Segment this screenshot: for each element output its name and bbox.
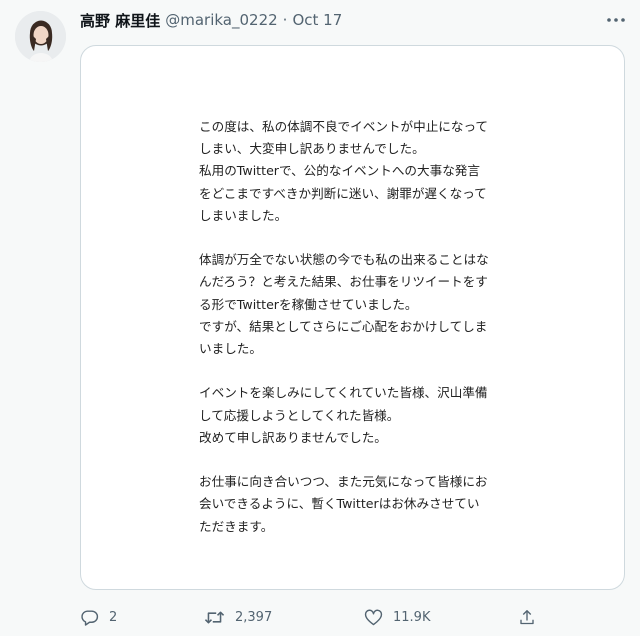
letter-paragraph: イベントを楽しみにしてくれていた皆様、沢山準備 して応援しようとしてくれた皆様。…: [199, 382, 529, 449]
letter-paragraph: 体調が万全でない状態の今でも私の出来ることはな んだろう？と考えた結果、お仕事を…: [199, 249, 529, 360]
more-horizontal-icon: [607, 18, 625, 22]
letter-line: 会いできるように、暫くTwitterはお休みさせてい: [199, 496, 480, 512]
avatar[interactable]: [15, 11, 66, 62]
letter-line: 体調が万全でない状態の今でも私の出来ることはな: [199, 252, 489, 268]
avatar-photo: [15, 11, 66, 62]
letter-line: 改めて申し訳ありませんでした。: [199, 429, 387, 445]
user-handle[interactable]: @marika_0222: [165, 11, 277, 29]
display-name[interactable]: 高野 麻里佳: [80, 10, 160, 31]
letter-line: んだろう？と考えた結果、お仕事をリツイートをす: [199, 274, 488, 290]
letter-line: この度は、私の体調不良でイベントが中止になって: [199, 119, 489, 134]
apology-letter-text: この度は、私の体調不良でイベントが中止になって しまい、大変申し訳ありませんでし…: [199, 116, 529, 538]
more-options-button[interactable]: [604, 10, 628, 30]
separator-dot: ·: [282, 11, 288, 29]
retweet-icon: [204, 611, 225, 623]
like-button[interactable]: 11.9K: [364, 605, 430, 629]
tweet-actions: 2 2,397 11.9K: [80, 605, 550, 629]
letter-line: して応援しようとしてくれた皆様。: [199, 407, 400, 423]
reply-count: 2: [109, 609, 118, 625]
letter-line: いました。: [199, 341, 262, 357]
like-count: 11.9K: [393, 609, 431, 625]
heart-icon: [364, 609, 383, 626]
letter-line: ただきます。: [199, 518, 274, 534]
letter-line: をどこまですべきか判断に迷い、謝罪が遅くなって: [199, 185, 487, 201]
letter-line: しまい、大変申し訳ありませんでした。: [199, 141, 425, 157]
retweet-count: 2,397: [235, 609, 273, 625]
letter-line: しまいました。: [199, 207, 288, 223]
tweet[interactable]: 高野 麻里佳 @marika_0222 · Oct 17 この度は、私の体調不良…: [0, 0, 640, 636]
retweet-button[interactable]: 2,397: [204, 605, 272, 629]
reply-icon: [81, 609, 99, 626]
letter-line: イベントを楽しみにしてくれていた皆様、沢山準備: [199, 385, 488, 401]
reply-button[interactable]: 2: [80, 605, 117, 629]
share-button[interactable]: [518, 605, 536, 629]
tweet-image[interactable]: この度は、私の体調不良でイベントが中止になって しまい、大変申し訳ありませんでし…: [80, 45, 625, 590]
tweet-date[interactable]: Oct 17: [292, 11, 342, 29]
letter-line: る形でTwitterを稼働させていました。: [199, 296, 418, 312]
share-icon: [520, 609, 534, 624]
letter-paragraph: お仕事に向き合いつつ、また元気になって皆様にお 会いできるように、暫くTwitt…: [199, 471, 529, 538]
tweet-header: 高野 麻里佳 @marika_0222 · Oct 17: [80, 9, 342, 31]
letter-line: 私用のTwitterで、公的なイベントへの大事な発言: [199, 163, 480, 179]
letter-line: ですが、結果としてさらにご心配をおかけしてしま: [199, 318, 488, 334]
letter-line: お仕事に向き合いつつ、また元気になって皆様にお: [199, 474, 488, 490]
letter-paragraph: この度は、私の体調不良でイベントが中止になって しまい、大変申し訳ありませんでし…: [199, 116, 529, 227]
